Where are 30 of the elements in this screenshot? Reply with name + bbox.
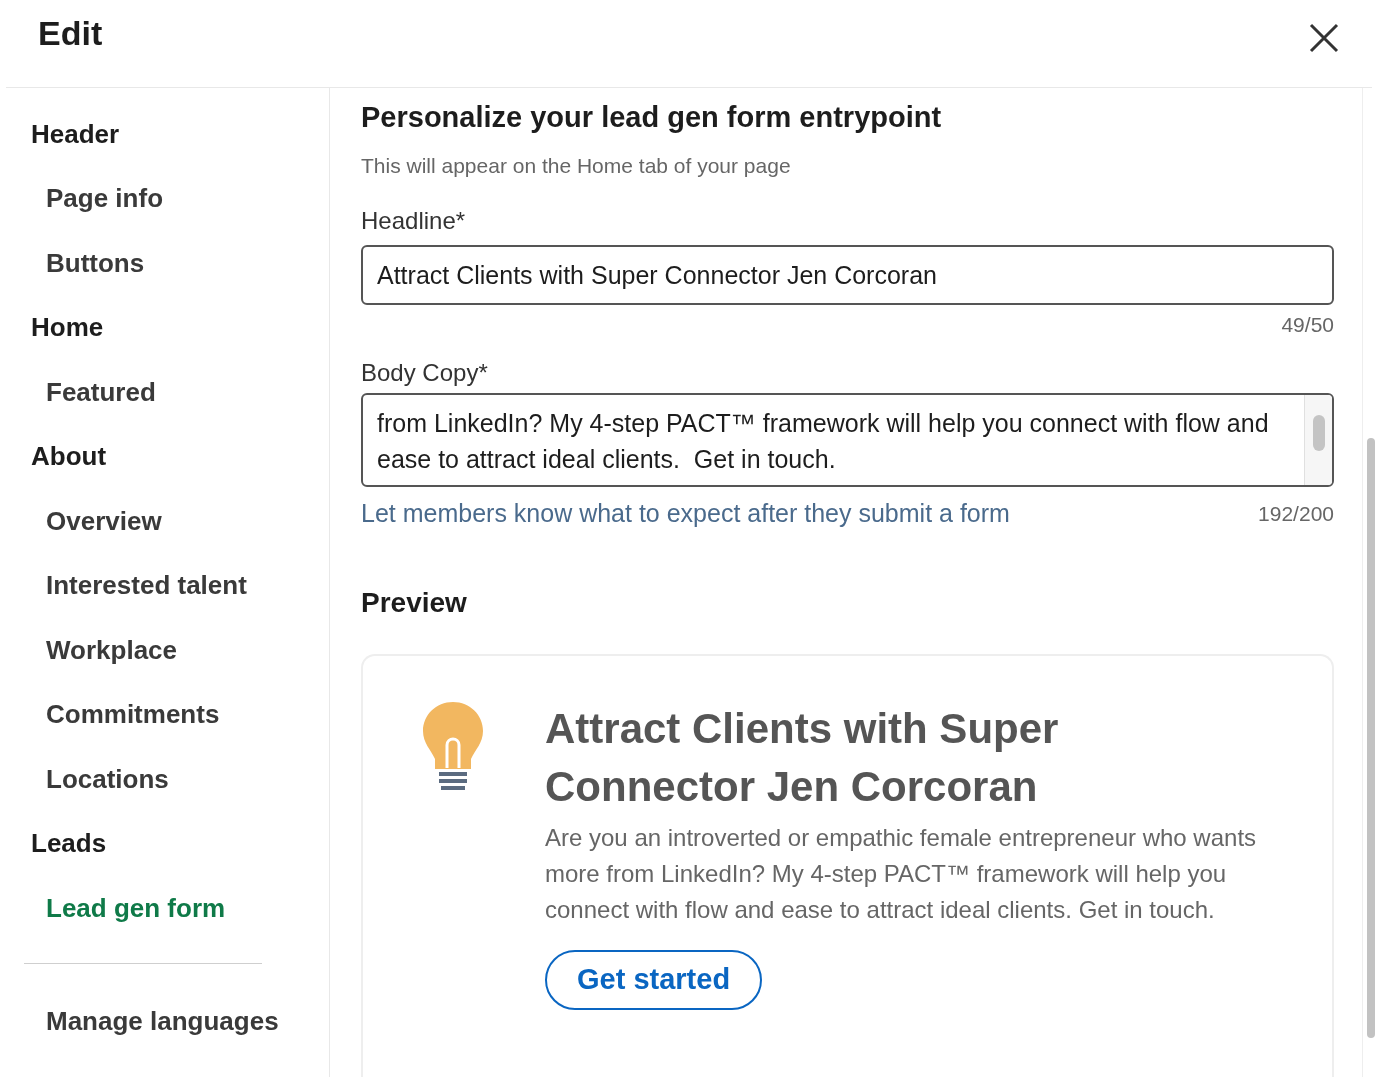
form-title: Personalize your lead gen form entrypoint — [361, 100, 943, 135]
sidebar-item[interactable]: Header — [0, 102, 329, 167]
sidebar-item[interactable]: Workplace — [0, 618, 329, 683]
sidebar-item[interactable]: Leads — [0, 811, 329, 876]
character-counter: 49/50 — [1281, 312, 1334, 338]
headline-field[interactable]: Attract Clients with Super Connector Jen Corcoran — [361, 245, 1334, 305]
dialog-title: Edit — [38, 13, 103, 54]
preview-body: Are you an introverted or empathic female entrepreneur who wants more from LinkedIn? My 4-step PACT™ framework will help you connect with flow and ease to attract ideal clients. Get in touch. — [545, 823, 1258, 925]
preview-headline: Attract Clients with Super Connector Jen Corcoran — [545, 704, 1060, 812]
sidebar-item[interactable]: About — [0, 424, 329, 489]
close-icon — [1308, 22, 1340, 54]
sidebar-item[interactable]: Buttons — [0, 231, 329, 296]
sidebar-item[interactable]: Page info — [0, 166, 329, 231]
form-subtitle: This will appear on the Home tab of your page — [361, 152, 792, 179]
character-counter: 192/200 — [1258, 500, 1334, 527]
body-copy-field[interactable]: from LinkedIn? My 4-step PACT™ framework will help you connect with flow and ease to attract ideal clients. Get in touch. — [361, 392, 1334, 487]
sidebar-item[interactable]: Overview — [0, 489, 329, 554]
sidebar-item[interactable]: Lead gen form — [0, 876, 329, 941]
sidebar-item[interactable]: Featured — [0, 360, 329, 425]
field-label: Body Copy* — [361, 357, 489, 388]
lightbulb-icon — [421, 700, 485, 792]
hint-text: Let members know what to expect after they submit a form — [361, 497, 1010, 529]
sidebar-item[interactable]: Manage languages — [0, 1001, 329, 1041]
sidebar-item[interactable]: Home — [0, 295, 329, 360]
get-started-button[interactable]: Get started — [545, 950, 763, 1010]
sidebar-item[interactable]: Interested talent — [0, 553, 329, 618]
sidebar-item[interactable]: Locations — [0, 747, 329, 812]
preview-title: Preview — [361, 586, 468, 620]
field-label: Headline* — [361, 206, 467, 236]
sidebar-item[interactable]: Commitments — [0, 682, 329, 747]
